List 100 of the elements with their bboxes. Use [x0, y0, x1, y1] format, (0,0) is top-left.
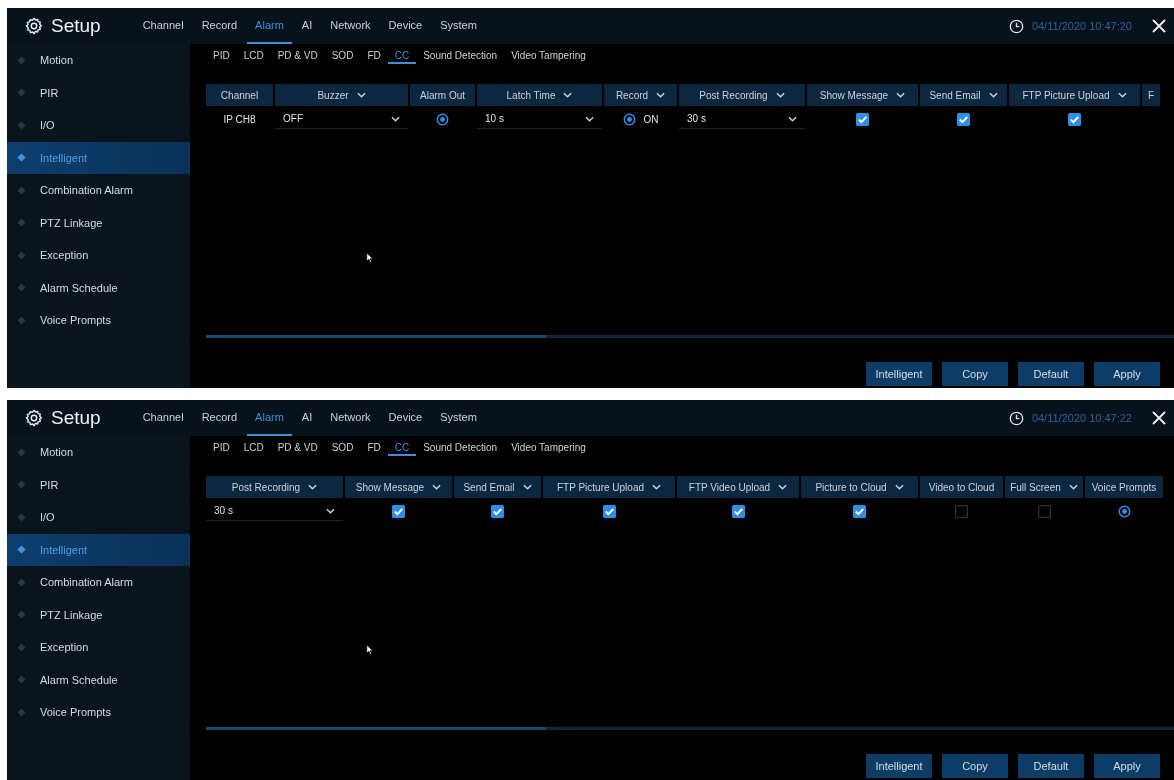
sub-tab[interactable]: Video Tampering: [504, 44, 593, 64]
sub-tab[interactable]: PD & VD: [270, 44, 325, 64]
checkbox[interactable]: [856, 112, 869, 126]
sidebar-item[interactable]: Combination Alarm: [7, 174, 190, 207]
checkbox[interactable]: [853, 504, 866, 518]
scrollbar-thumb[interactable]: [206, 335, 546, 338]
sub-tab[interactable]: FD: [360, 436, 388, 456]
sidebar-item[interactable]: PIR: [7, 76, 190, 109]
sub-tab[interactable]: Sound Detection: [416, 44, 505, 64]
action-button[interactable]: Copy: [942, 754, 1008, 778]
sub-tab[interactable]: PID: [206, 44, 237, 64]
action-button[interactable]: Default: [1018, 362, 1084, 386]
sub-tab[interactable]: Sound Detection: [416, 436, 505, 456]
sub-tab[interactable]: Video Tampering: [504, 436, 593, 456]
column-header[interactable]: Show Message: [345, 476, 452, 498]
sidebar-item[interactable]: Motion: [7, 436, 190, 469]
sidebar-item[interactable]: I/O: [7, 109, 190, 142]
checkbox[interactable]: [731, 504, 745, 518]
checkbox[interactable]: [1037, 504, 1051, 518]
sidebar-item[interactable]: Intelligent: [7, 533, 190, 566]
nav-tab[interactable]: Record: [193, 8, 246, 44]
nav-tab[interactable]: AI: [293, 400, 321, 436]
radio-button[interactable]: [436, 112, 449, 126]
sidebar-item[interactable]: I/O: [7, 501, 190, 534]
column-header[interactable]: FTP Picture Upload: [543, 476, 675, 498]
sub-tab[interactable]: CC: [387, 44, 417, 64]
column-header[interactable]: Picture to Cloud: [801, 476, 918, 498]
checkbox[interactable]: [957, 112, 970, 126]
action-button[interactable]: Intelligent: [866, 362, 932, 386]
column-header[interactable]: Send Email: [920, 84, 1007, 106]
action-button[interactable]: Copy: [942, 362, 1008, 386]
nav-tab[interactable]: AI: [293, 8, 321, 44]
column-header[interactable]: Channel: [206, 84, 273, 106]
sidebar-item[interactable]: PTZ Linkage: [7, 206, 190, 239]
sidebar-item[interactable]: Alarm Schedule: [7, 271, 190, 304]
nav-tab[interactable]: Network: [322, 400, 379, 436]
column-header[interactable]: Record: [604, 84, 677, 106]
diamond-icon: [17, 283, 26, 293]
column-header[interactable]: FTP Picture Upload: [1009, 84, 1140, 106]
sub-tab[interactable]: SOD: [324, 436, 361, 456]
column-header[interactable]: Voice Prompts: [1085, 476, 1163, 498]
sidebar-item[interactable]: Combination Alarm: [7, 566, 190, 599]
radio-button[interactable]: [622, 112, 636, 126]
action-button[interactable]: Apply: [1094, 362, 1160, 386]
dropdown-select[interactable]: OFF: [275, 109, 408, 129]
nav-tab[interactable]: Network: [322, 8, 379, 44]
sidebar-item[interactable]: Voice Prompts: [7, 304, 190, 337]
sub-tab[interactable]: CC: [387, 436, 417, 456]
column-header[interactable]: Video to Cloud: [920, 476, 1003, 498]
column-header[interactable]: Post Recording: [206, 476, 343, 498]
column-header[interactable]: Latch Time: [477, 84, 602, 106]
nav-tab[interactable]: Record: [193, 400, 246, 436]
scrollbar-thumb[interactable]: [206, 727, 546, 730]
column-header[interactable]: Send Email: [454, 476, 541, 498]
column-header[interactable]: Alarm Out: [410, 84, 475, 106]
sub-tab[interactable]: LCD: [236, 44, 271, 64]
column-header[interactable]: Show Message: [807, 84, 918, 106]
sidebar-item[interactable]: Intelligent: [7, 141, 190, 174]
nav-tab[interactable]: Device: [380, 400, 431, 436]
sidebar-item[interactable]: Motion: [7, 44, 190, 77]
checkbox[interactable]: [392, 504, 405, 518]
sidebar-item[interactable]: Exception: [7, 239, 190, 272]
column-header[interactable]: FTP Video Upload: [677, 476, 799, 498]
column-header[interactable]: Full Screen: [1005, 476, 1083, 498]
sub-tab[interactable]: PD & VD: [270, 436, 325, 456]
checkbox[interactable]: [491, 504, 504, 518]
nav-tab[interactable]: System: [432, 8, 485, 44]
sidebar-item[interactable]: Exception: [7, 631, 190, 664]
sidebar-item[interactable]: Voice Prompts: [7, 696, 190, 729]
nav-tab[interactable]: Device: [380, 8, 431, 44]
sidebar-item[interactable]: PIR: [7, 468, 190, 501]
nav-tab[interactable]: Channel: [134, 8, 192, 44]
action-button[interactable]: Default: [1018, 754, 1084, 778]
checkbox[interactable]: [1068, 112, 1081, 126]
column-header[interactable]: F: [1142, 84, 1160, 106]
nav-tab[interactable]: System: [432, 400, 485, 436]
nav-tab[interactable]: Channel: [134, 400, 192, 436]
close-icon[interactable]: [1152, 19, 1166, 33]
dropdown-select[interactable]: 10 s: [477, 109, 602, 129]
checkbox[interactable]: [955, 504, 968, 518]
radio-button[interactable]: [1117, 504, 1131, 518]
close-icon[interactable]: [1152, 411, 1166, 425]
column-header[interactable]: Buzzer: [275, 84, 408, 106]
nav-tab[interactable]: Alarm: [247, 400, 292, 436]
sub-tab[interactable]: LCD: [236, 436, 271, 456]
sub-tab[interactable]: SOD: [324, 44, 361, 64]
action-button[interactable]: Intelligent: [866, 754, 932, 778]
column-header[interactable]: Post Recording: [679, 84, 805, 106]
sidebar-item[interactable]: Alarm Schedule: [7, 663, 190, 696]
horizontal-scrollbar[interactable]: [206, 727, 1174, 730]
diamond-icon: [17, 480, 26, 490]
sidebar-item[interactable]: PTZ Linkage: [7, 598, 190, 631]
dropdown-select[interactable]: 30 s: [206, 501, 343, 521]
action-button[interactable]: Apply: [1094, 754, 1160, 778]
sub-tab[interactable]: PID: [206, 436, 237, 456]
horizontal-scrollbar[interactable]: [206, 335, 1174, 338]
dropdown-select[interactable]: 30 s: [679, 109, 805, 129]
nav-tab[interactable]: Alarm: [247, 8, 292, 44]
sub-tab[interactable]: FD: [360, 44, 388, 64]
checkbox[interactable]: [602, 504, 616, 518]
